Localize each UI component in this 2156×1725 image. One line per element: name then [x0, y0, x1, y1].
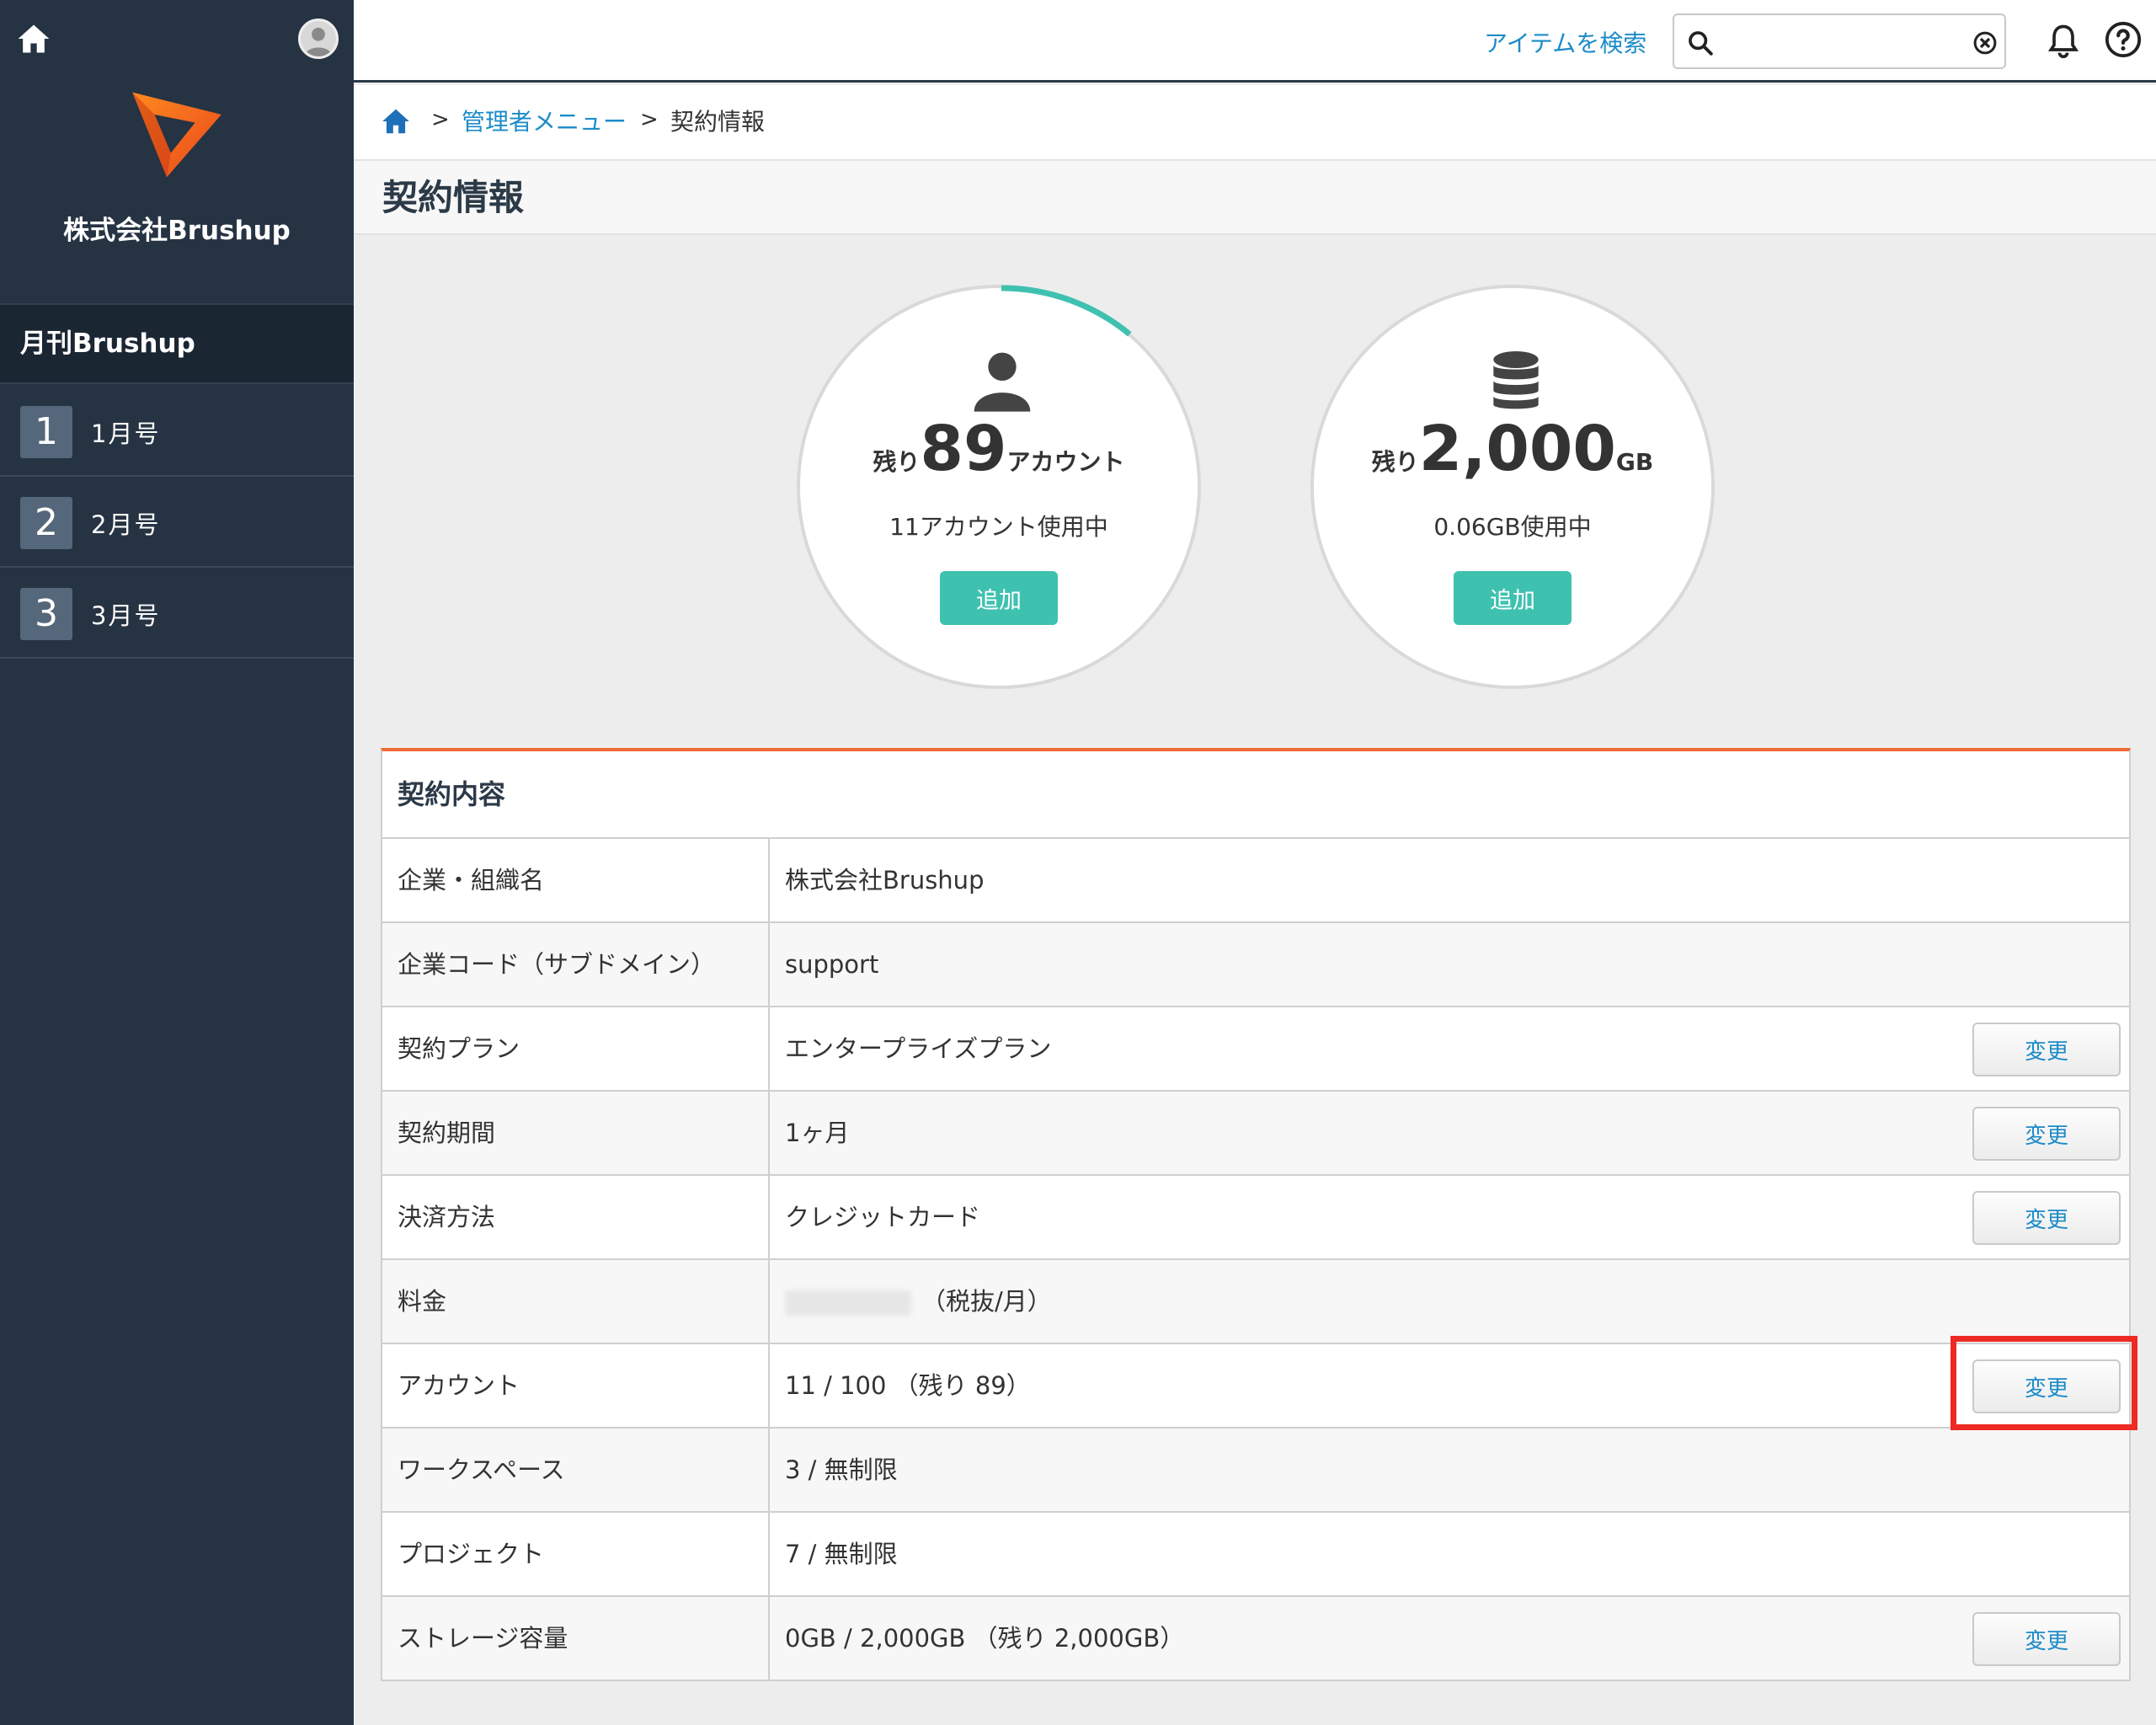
storage-summary-card: 残り2,000GB 0.06GB使用中 追加: [1310, 285, 1715, 689]
brushup-logo: [132, 92, 221, 178]
row-value: support: [785, 950, 879, 979]
row-value: クレジットカード: [785, 1203, 981, 1231]
row-value: 1ヶ月: [785, 1119, 850, 1147]
table-row-accounts: アカウント 11 / 100 （残り 89） 変更: [382, 1344, 2129, 1429]
table-row-plan: 契約プラン エンタープライズプラン 変更: [382, 1007, 2129, 1092]
user-icon: [305, 27, 332, 56]
sidebar-item-issue-3[interactable]: 3 3月号: [0, 568, 354, 659]
row-label: プロジェクト: [382, 1513, 770, 1595]
account-usage-arc: [1001, 285, 1132, 337]
top-bar: アイテムを検索: [354, 0, 2156, 83]
page-title: 契約情報: [354, 161, 2156, 235]
row-label: ワークスペース: [382, 1429, 770, 1511]
help-icon[interactable]: [2104, 20, 2143, 59]
row-value: 株式会社Brushup: [785, 866, 985, 895]
change-payment-button[interactable]: 変更: [1972, 1191, 2121, 1245]
sidebar-item-issue-1[interactable]: 1 1月号: [0, 386, 354, 477]
breadcrumb-separator: >: [431, 107, 450, 132]
item-search-link[interactable]: アイテムを検索: [1484, 25, 1646, 59]
issue-label: 1月号: [91, 419, 161, 448]
table-row-storage: ストレージ容量 0GB / 2,000GB （残り 2,000GB） 変更: [382, 1597, 2129, 1681]
contract-details-panel: 契約内容 企業・組織名 株式会社Brushup 企業コード（サブドメイン） su…: [381, 748, 2131, 1681]
database-icon: [1493, 351, 1539, 409]
row-label: 料金: [382, 1260, 770, 1343]
add-storage-button[interactable]: 追加: [1454, 571, 1572, 625]
table-row-projects: プロジェクト 7 / 無制限: [382, 1513, 2129, 1597]
row-value: 7 / 無制限: [785, 1540, 898, 1568]
search-box[interactable]: [1673, 13, 2006, 69]
highlight-box: [1951, 1336, 2137, 1430]
row-label: 契約期間: [382, 1092, 770, 1174]
clear-search-icon[interactable]: [1972, 30, 1998, 56]
breadcrumb: > 管理者メニュー > 契約情報: [354, 85, 2156, 161]
row-value: エンタープライズプラン: [785, 1034, 1052, 1063]
breadcrumb-separator: >: [640, 107, 659, 132]
row-label: 契約プラン: [382, 1007, 770, 1090]
search-icon: [1689, 31, 1713, 56]
table-row-workspaces: ワークスペース 3 / 無制限: [382, 1429, 2129, 1513]
sidebar-item-issue-2[interactable]: 2 2月号: [0, 477, 354, 568]
breadcrumb-current: 契約情報: [670, 108, 766, 136]
sidebar: 株式会社Brushup 月刊Brushup 1 1月号 2 2月号 3 3月号: [0, 0, 354, 1725]
breadcrumb-admin-menu-link[interactable]: 管理者メニュー: [462, 104, 627, 137]
table-row-period: 契約期間 1ヶ月 変更: [382, 1092, 2129, 1176]
user-avatar[interactable]: [298, 19, 339, 59]
table-row-fee: 料金 （税抜/月）: [382, 1260, 2129, 1344]
row-value: 0GB / 2,000GB （残り 2,000GB）: [785, 1624, 1185, 1653]
row-value: 11 / 100 （残り 89）: [785, 1371, 1031, 1400]
row-label: 企業・組織名: [382, 839, 770, 921]
row-value: 3 / 無制限: [785, 1455, 898, 1484]
row-label: 企業コード（サブドメイン）: [382, 923, 770, 1006]
search-input[interactable]: [1721, 24, 1957, 59]
change-plan-button[interactable]: 変更: [1972, 1023, 2121, 1076]
fee-unit: （税抜/月）: [921, 1287, 1052, 1316]
issue-number-badge: 3: [20, 588, 72, 640]
storage-usage: 0.06GB使用中: [1433, 513, 1592, 541]
row-value: （税抜/月）: [785, 1260, 1052, 1343]
breadcrumb-home-icon[interactable]: [379, 105, 413, 137]
issue-number-badge: 1: [20, 406, 72, 458]
notification-bell-icon[interactable]: [2045, 22, 2082, 59]
issue-label: 2月号: [91, 510, 161, 539]
row-label: アカウント: [382, 1344, 770, 1427]
change-storage-button[interactable]: 変更: [1972, 1612, 2121, 1666]
remaining-storage: 残り2,000GB: [1371, 413, 1654, 485]
blurred-price: [785, 1290, 911, 1316]
issue-number-badge: 2: [20, 497, 72, 549]
company-name: 株式会社Brushup: [63, 216, 291, 246]
table-row-organization: 企業・組織名 株式会社Brushup: [382, 839, 2129, 923]
change-period-button[interactable]: 変更: [1972, 1107, 2121, 1161]
row-label: ストレージ容量: [382, 1597, 770, 1680]
row-label: 決済方法: [382, 1176, 770, 1258]
magazine-title[interactable]: 月刊Brushup: [0, 303, 354, 384]
table-row-payment: 決済方法 クレジットカード 変更: [382, 1176, 2129, 1260]
issue-label: 3月号: [91, 601, 161, 630]
table-row-company-code: 企業コード（サブドメイン） support: [382, 923, 2129, 1007]
home-icon[interactable]: [15, 20, 52, 57]
contract-title: 契約内容: [382, 751, 2129, 839]
account-usage-arc-stroke: [1001, 285, 1132, 337]
